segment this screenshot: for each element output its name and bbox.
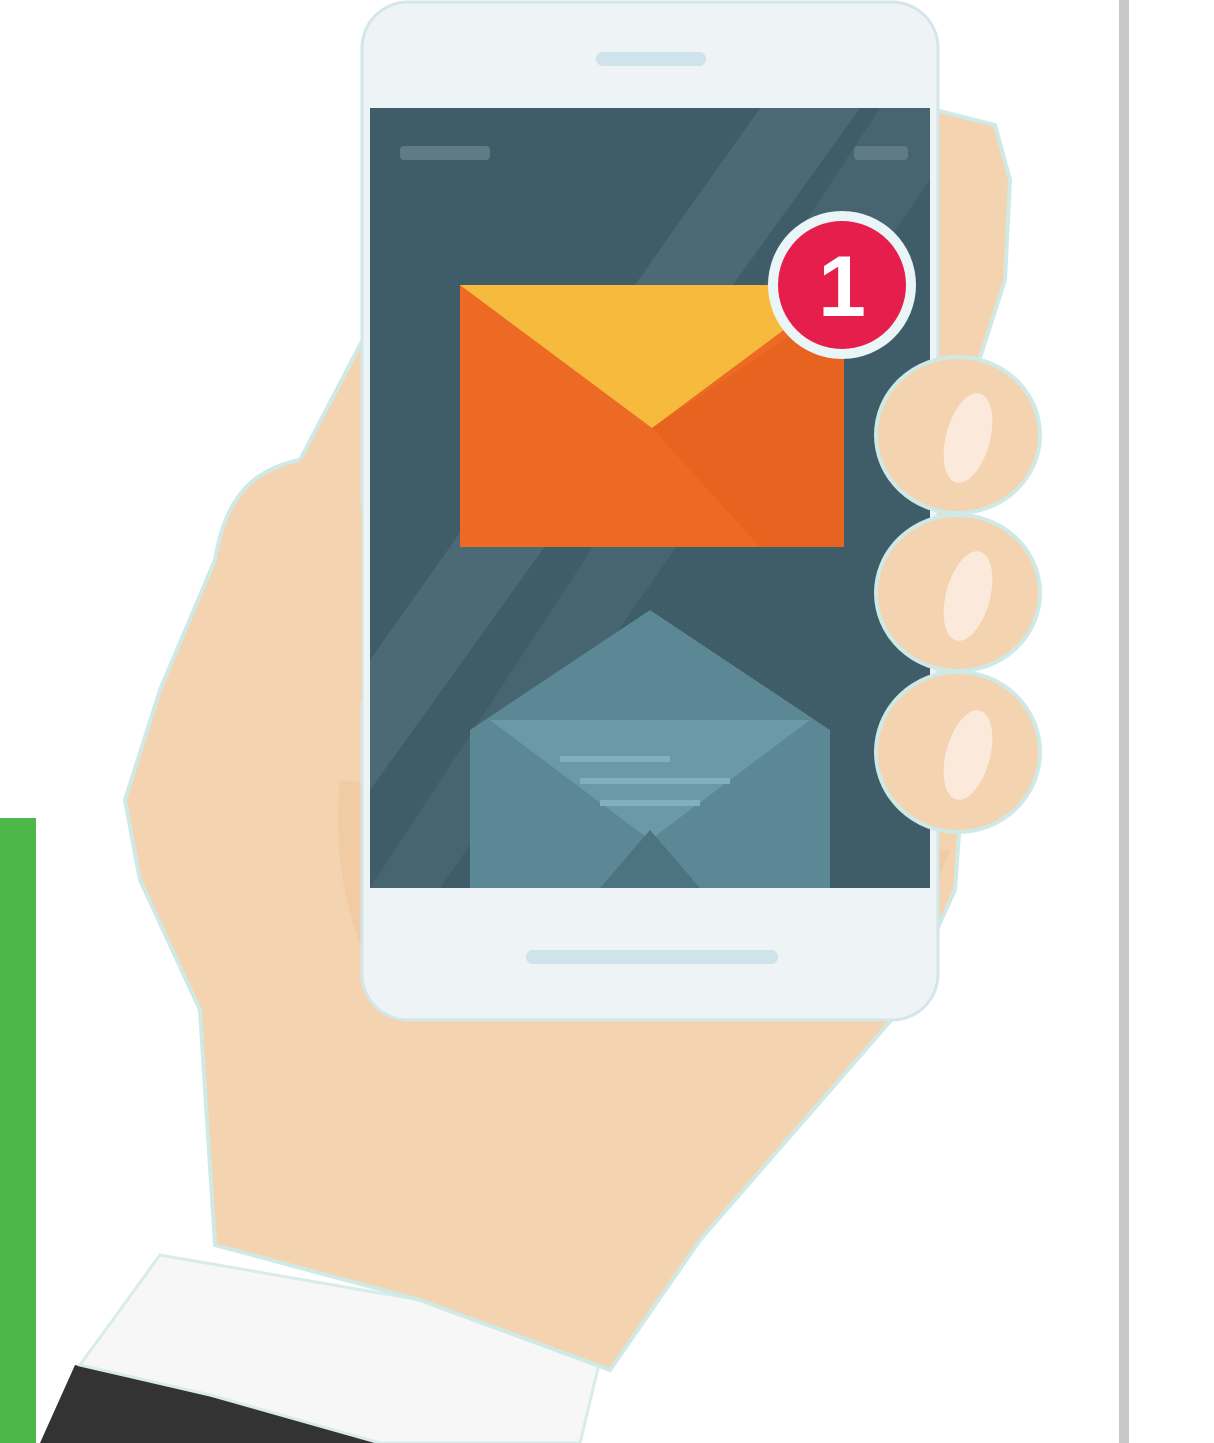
mail-notification-illustration: 1 — [0, 0, 1214, 1443]
phone-speaker — [596, 52, 706, 66]
status-bar-left — [400, 146, 490, 160]
finger — [874, 355, 1042, 515]
hand-holding-phone-illustration: 1 — [0, 0, 1129, 1443]
phone-home-bar — [526, 950, 778, 964]
finger — [874, 670, 1042, 834]
status-bar-right — [854, 146, 908, 160]
finger — [874, 513, 1042, 673]
notification-count: 1 — [818, 239, 866, 335]
thumb — [300, 457, 362, 708]
vertical-divider — [1119, 0, 1129, 1443]
notification-badge: 1 — [768, 211, 916, 359]
green-accent-bar — [0, 818, 36, 1443]
